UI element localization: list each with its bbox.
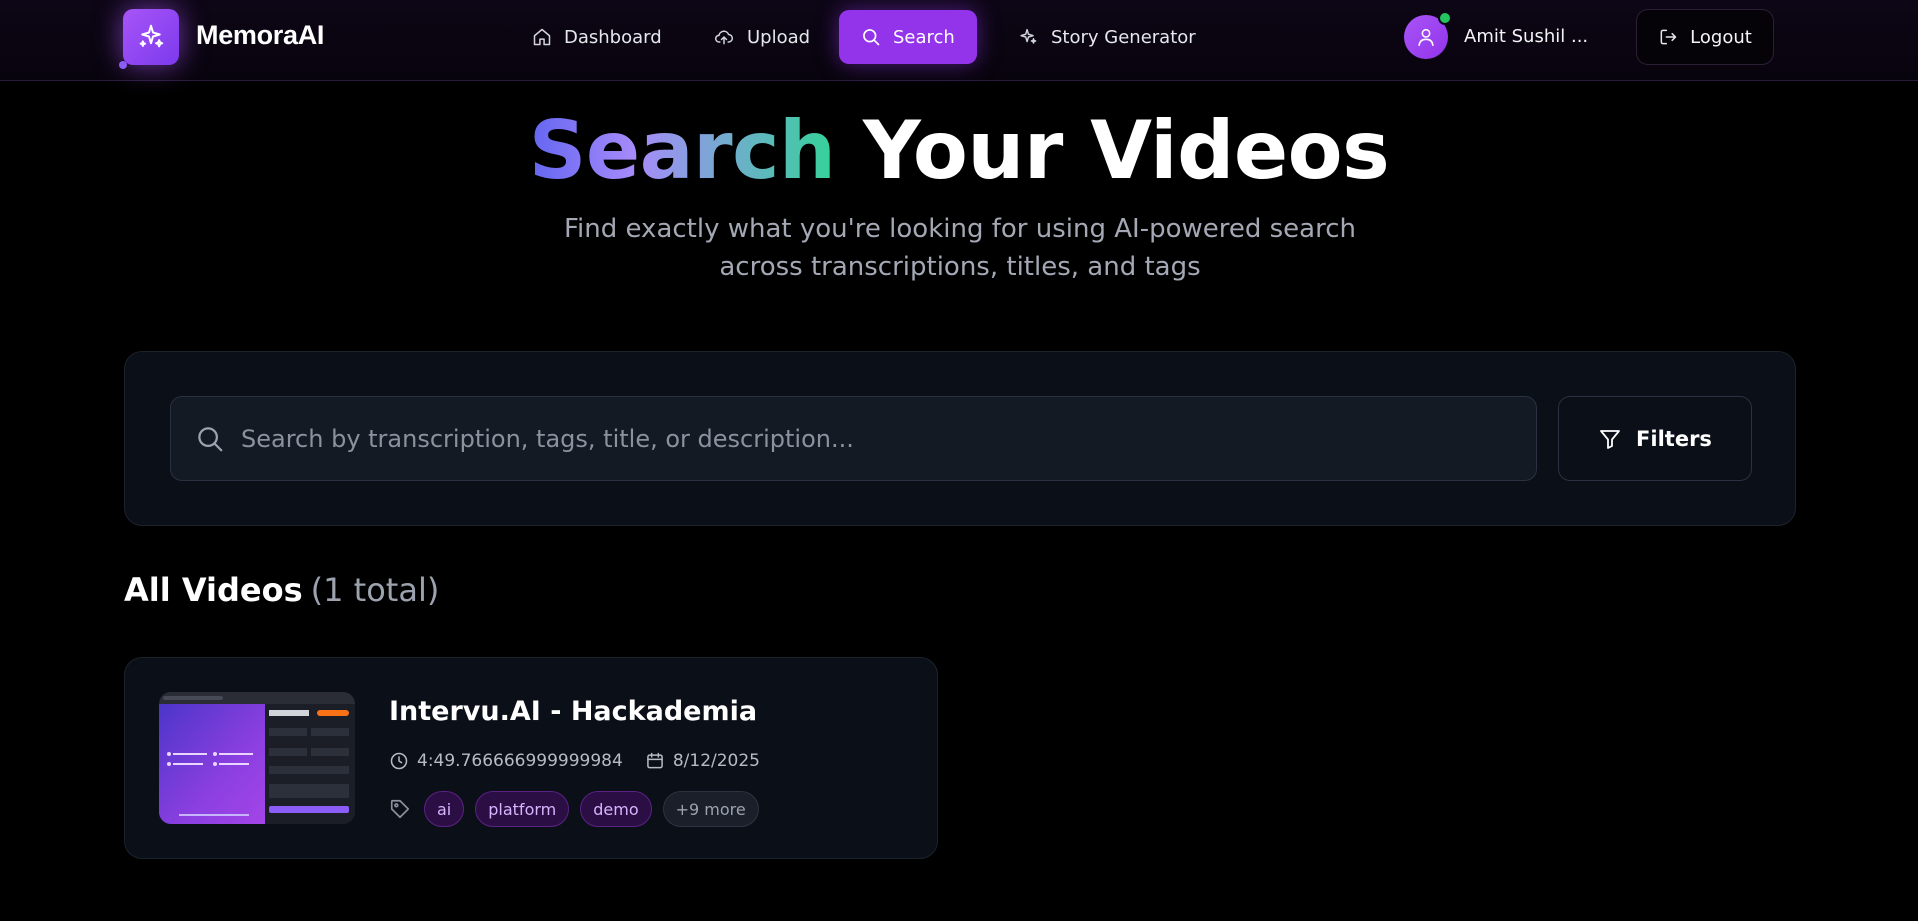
nav-search-label: Search <box>893 26 955 48</box>
video-title[interactable]: Intervu.AI - Hackademia <box>389 696 757 727</box>
filter-icon <box>1600 429 1620 449</box>
nav-upload[interactable]: Upload <box>713 10 810 64</box>
tag-chip[interactable]: platform <box>475 791 570 827</box>
video-meta: 4:49.766666999999984 8/12/2025 <box>389 748 760 774</box>
video-thumbnail[interactable] <box>159 692 355 824</box>
tag-icon <box>390 799 410 819</box>
logout-button[interactable]: Logout <box>1636 9 1774 65</box>
brand-name[interactable]: MemoraAI <box>196 20 324 51</box>
nav-dashboard[interactable]: Dashboard <box>532 10 662 64</box>
nav-story-generator[interactable]: Story Generator <box>1017 10 1196 64</box>
page-title-rest: Your Videos <box>862 104 1390 197</box>
user-icon <box>1418 28 1434 47</box>
search-icon <box>198 426 223 451</box>
filters-button[interactable]: Filters <box>1558 396 1752 481</box>
nav-story-generator-label: Story Generator <box>1051 26 1196 48</box>
nav-upload-label: Upload <box>747 26 811 48</box>
video-duration: 4:49.766666999999984 <box>417 751 623 771</box>
search-panel: Filters <box>124 351 1796 526</box>
more-tags-chip[interactable]: +9 more <box>662 791 759 827</box>
logo-icon[interactable] <box>123 9 179 65</box>
logo-decoration <box>119 61 127 69</box>
online-status-indicator <box>1438 11 1452 25</box>
user-name[interactable]: Amit Sushil ... <box>1464 26 1588 47</box>
section-heading: All Videos (1 total) <box>124 571 439 609</box>
clock-icon <box>390 752 408 770</box>
home-icon <box>533 28 551 46</box>
top-navbar: MemoraAI Dashboard Upload Search Story G… <box>0 0 1918 81</box>
tag-chip[interactable]: ai <box>424 791 465 827</box>
video-count: (1 total) <box>310 571 440 609</box>
page-subtitle: Find exactly what you're looking for usi… <box>563 214 1357 282</box>
section-title: All Videos <box>124 571 303 609</box>
video-card[interactable]: Intervu.AI - Hackademia 4:49.76666699999… <box>124 657 938 859</box>
page-title-highlight: Search <box>528 104 836 197</box>
video-tags: ai platform demo +9 more <box>389 790 759 828</box>
video-date: 8/12/2025 <box>672 751 760 771</box>
tag-chip[interactable]: demo <box>580 791 652 827</box>
calendar-icon <box>646 752 663 769</box>
filters-label: Filters <box>1636 426 1712 451</box>
nav-dashboard-label: Dashboard <box>564 26 662 48</box>
page-title: Search Your Videos <box>0 104 1918 197</box>
logout-label: Logout <box>1690 26 1752 48</box>
search-input[interactable] <box>241 397 1536 480</box>
search-box[interactable] <box>170 396 1537 481</box>
nav-search[interactable]: Search <box>839 10 977 64</box>
sparkles-icon <box>1020 28 1037 44</box>
logout-icon <box>1660 29 1677 45</box>
search-icon <box>863 29 880 46</box>
cloud-upload-icon <box>715 30 734 45</box>
